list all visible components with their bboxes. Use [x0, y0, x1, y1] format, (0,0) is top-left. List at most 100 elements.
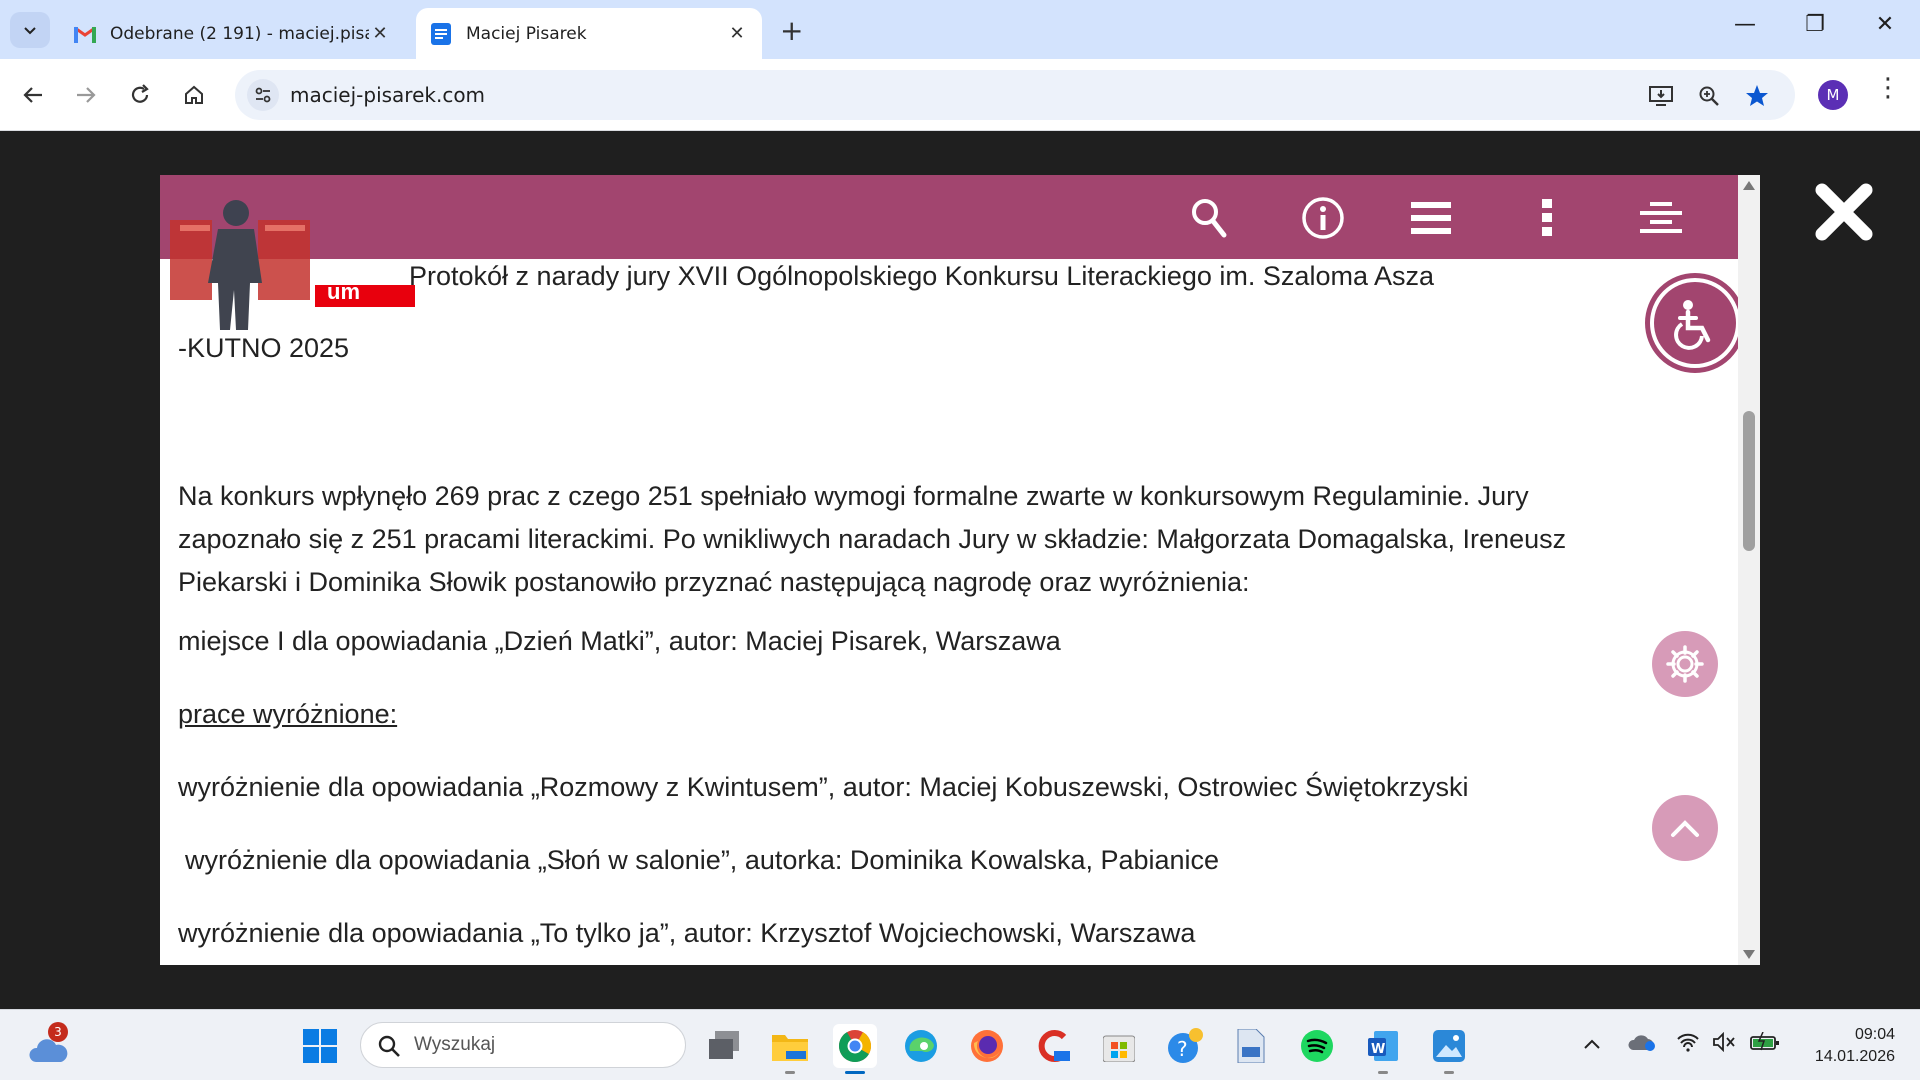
store-icon [1103, 1035, 1135, 1062]
wifi-icon[interactable] [1676, 1032, 1700, 1057]
first-place-award: miejsce I dla opowiadania „Dzień Matki”,… [178, 626, 1061, 656]
task-view-icon [709, 1031, 739, 1059]
chevron-down-icon [24, 27, 36, 35]
taskbar-app-edge[interactable] [899, 1024, 943, 1068]
logo-text: um [327, 279, 360, 304]
back-icon[interactable] [15, 77, 51, 113]
battery-charging-icon[interactable] [1750, 1031, 1780, 1057]
search-placeholder: Wyszukaj [414, 1034, 496, 1055]
install-app-icon[interactable] [1647, 82, 1675, 110]
bookmark-star-icon[interactable] [1743, 82, 1771, 110]
search-icon[interactable] [1184, 193, 1234, 243]
task-view-button[interactable] [702, 1024, 746, 1068]
site-logo: um [170, 195, 415, 330]
taskbar-app-document-viewer[interactable] [1229, 1024, 1273, 1068]
info-icon[interactable] [1298, 193, 1348, 243]
running-indicator [785, 1071, 795, 1074]
document-icon [1237, 1029, 1265, 1063]
accessibility-button[interactable] [1645, 273, 1745, 373]
home-icon[interactable] [176, 77, 212, 113]
scroll-up-arrow[interactable] [1743, 181, 1755, 190]
running-indicator [1444, 1071, 1454, 1074]
document-title-continued: -KUTNO 2025 [178, 333, 350, 363]
tab-title: Odebrane (2 191) - maciej.pisar [110, 23, 369, 44]
zoom-icon[interactable] [1695, 82, 1723, 110]
clock-time: 09:04 [1854, 1026, 1895, 1043]
notification-badge: 3 [48, 1022, 68, 1042]
photos-icon [1433, 1030, 1465, 1062]
edge-icon [905, 1030, 937, 1062]
running-indicator [1378, 1071, 1388, 1074]
gear-icon [1666, 645, 1704, 683]
taskbar-app-ccleaner[interactable] [1031, 1024, 1075, 1068]
scrollbar-thumb[interactable] [1743, 411, 1755, 551]
taskbar-app-photos[interactable] [1427, 1024, 1471, 1074]
tab-gmail[interactable]: Odebrane (2 191) - maciej.pisar ✕ [60, 8, 405, 59]
help-icon: ? [1168, 1028, 1203, 1063]
close-window-icon[interactable]: ✕ [1870, 12, 1900, 37]
windows-logo-icon [303, 1029, 337, 1063]
url-text: maciej-pisarek.com [290, 83, 486, 107]
windows-taskbar: 3 Wyszukaj ? W 09:04 14.01.2026 [0, 1009, 1920, 1080]
tab-strip: Odebrane (2 191) - maciej.pisar ✕ Maciej… [0, 0, 1920, 59]
onedrive-icon[interactable] [1628, 1032, 1656, 1057]
new-tab-button[interactable]: + [780, 14, 803, 47]
settings-button[interactable] [1652, 631, 1718, 697]
more-vertical-icon[interactable] [1522, 193, 1572, 243]
search-icon [378, 1035, 400, 1057]
distinction-item: wyróżnienie dla opowiadania „Słoń w salo… [185, 845, 1220, 875]
taskbar-app-spotify[interactable] [1295, 1024, 1339, 1068]
taskbar-app-word[interactable]: W [1361, 1024, 1405, 1074]
document-lightbox: um Protokół z narady jury XVII Ogólnopol… [160, 175, 1760, 965]
taskbar-app-firefox[interactable] [965, 1024, 1009, 1068]
docs-icon [430, 22, 452, 45]
clock-date: 14.01.2026 [1814, 1048, 1895, 1065]
ccleaner-icon [1038, 1030, 1070, 1062]
site-info-icon[interactable] [247, 79, 279, 111]
chevron-up-icon [1671, 820, 1699, 837]
taskbar-app-get-help[interactable]: ? [1163, 1024, 1207, 1068]
taskbar-app-chrome[interactable] [833, 1024, 877, 1074]
taskbar-search[interactable]: Wyszukaj [360, 1022, 686, 1068]
weather-widget[interactable]: 3 [28, 1022, 68, 1064]
tab-search-button[interactable] [10, 12, 50, 48]
volume-muted-icon[interactable] [1712, 1031, 1736, 1057]
chrome-icon [838, 1030, 872, 1062]
close-tab-icon[interactable]: ✕ [369, 23, 391, 44]
scroll-to-top-button[interactable] [1652, 795, 1718, 861]
taskbar-app-microsoft-store[interactable] [1097, 1024, 1141, 1068]
list-view-icon[interactable] [1406, 193, 1456, 243]
browser-toolbar: maciej-pisarek.com M ⋮ [0, 59, 1920, 131]
address-bar[interactable]: maciej-pisarek.com [235, 70, 1795, 120]
close-overlay-icon[interactable] [1812, 180, 1876, 244]
scroll-down-arrow[interactable] [1743, 950, 1755, 959]
forward-icon[interactable] [68, 77, 104, 113]
intro-paragraph: Na konkurs wpłynęło 269 prac z czego 251… [178, 481, 1567, 597]
tab-maciej-pisarek[interactable]: Maciej Pisarek ✕ [416, 8, 762, 59]
system-clock[interactable]: 09:04 14.01.2026 [1800, 1024, 1895, 1068]
tab-title: Maciej Pisarek [466, 23, 587, 44]
svg-text:?: ? [1177, 1037, 1188, 1061]
folder-icon [772, 1035, 808, 1061]
browser-menu-icon[interactable]: ⋮ [1875, 73, 1901, 103]
close-tab-icon[interactable]: ✕ [726, 23, 748, 44]
running-indicator [845, 1071, 865, 1074]
lightbox-scrollbar[interactable] [1738, 175, 1760, 965]
minimize-icon[interactable]: — [1730, 12, 1760, 37]
distinction-item: wyróżnienie dla opowiadania „Rozmowy z K… [178, 772, 1469, 802]
spotify-icon [1301, 1030, 1333, 1062]
document-title: Protokół z narady jury XVII Ogólnopolski… [409, 261, 1435, 291]
distinction-item: wyróżnienie dla opowiadania „To tylko ja… [178, 918, 1196, 948]
distinctions-heading: prace wyróżnione: [178, 699, 398, 729]
start-button[interactable] [298, 1024, 342, 1068]
logo-red-bar: um [315, 279, 415, 307]
word-icon: W [1368, 1031, 1398, 1061]
svg-text:W: W [1371, 1042, 1385, 1057]
restore-icon[interactable]: ❐ [1800, 12, 1830, 37]
reload-icon[interactable] [122, 77, 158, 113]
show-hidden-icons-icon[interactable] [1582, 1032, 1602, 1056]
taskbar-app-file-explorer[interactable] [768, 1024, 812, 1074]
align-center-icon[interactable] [1636, 193, 1686, 243]
profile-avatar[interactable]: M [1818, 80, 1848, 110]
accessibility-icon [1654, 282, 1736, 364]
